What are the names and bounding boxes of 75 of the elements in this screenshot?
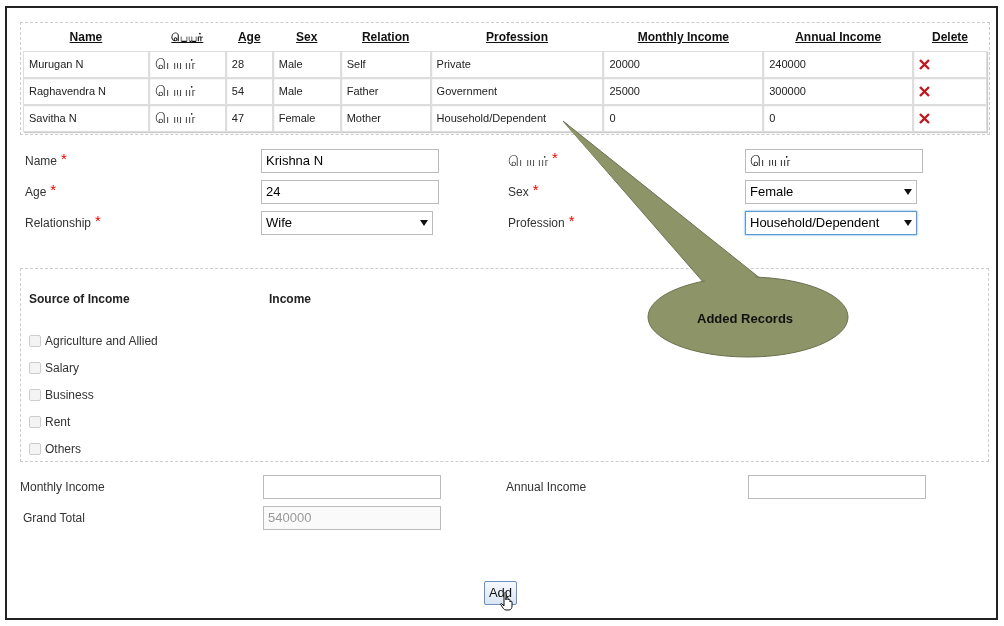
input-field[interactable]: Krishna N <box>261 149 439 173</box>
dropdown-arrow-icon <box>904 189 912 195</box>
column-header: Age <box>236 29 262 46</box>
table-cell: 0 <box>603 105 764 132</box>
table-cell: Male <box>272 78 341 105</box>
field-label: Sex <box>508 184 529 201</box>
required-asterisk: * <box>532 183 539 197</box>
required-asterisk: * <box>568 214 575 228</box>
checkbox[interactable] <box>29 416 41 428</box>
field-label: Annual Income <box>506 479 588 496</box>
required-asterisk: * <box>61 152 67 166</box>
section-header: Income <box>269 291 311 308</box>
table-cell: Murugan N <box>23 51 149 78</box>
column-header: பெயர் <box>170 29 205 45</box>
table-cell: 240000 <box>763 51 914 78</box>
select-field[interactable]: Female <box>745 180 917 204</box>
field-label: Name <box>25 153 57 170</box>
callout-text: Added Records <box>697 310 794 328</box>
field-label: Profession <box>508 215 565 232</box>
checkbox[interactable] <box>29 443 41 455</box>
input-field[interactable]: பெயர் <box>745 149 923 173</box>
table-cell: Mother <box>340 105 431 132</box>
input-field[interactable] <box>263 475 441 499</box>
select-field[interactable]: Wife <box>261 211 433 235</box>
table-cell: Savitha N <box>23 105 149 132</box>
table-cell: 47 <box>225 105 273 132</box>
checkbox-label: Others <box>45 441 81 458</box>
delete-icon[interactable] <box>919 86 931 97</box>
required-asterisk: * <box>552 150 558 165</box>
column-header: Monthly Income <box>636 29 730 46</box>
delete-icon[interactable] <box>919 113 931 124</box>
table-cell: 25000 <box>603 78 764 105</box>
field-label: Monthly Income <box>20 479 106 496</box>
column-header: Name <box>68 29 104 46</box>
table-cell: Female <box>272 105 341 132</box>
column-header: Relation <box>360 29 411 46</box>
table-cell: Self <box>340 51 431 78</box>
delete-icon[interactable] <box>919 59 931 70</box>
table-cell: 20000 <box>603 51 764 78</box>
table-cell: Raghavendra N <box>23 78 149 105</box>
field-label: Relationship <box>25 215 92 232</box>
field-label: பெயர் <box>508 151 548 171</box>
input-field[interactable]: 24 <box>261 180 439 204</box>
field-label: Age <box>25 184 47 201</box>
column-header: Delete <box>931 29 970 46</box>
table-cell: Government <box>430 78 604 105</box>
section-header: Source of Income <box>29 291 131 308</box>
table-cell: பெயர் <box>148 51 226 78</box>
checkbox-label: Agriculture and Allied <box>45 333 158 350</box>
table-cell: 0 <box>763 105 914 132</box>
column-header: Annual Income <box>794 29 883 46</box>
column-header: Sex <box>295 29 319 46</box>
table-cell: Private <box>430 51 604 78</box>
required-asterisk: * <box>50 183 57 197</box>
input-field[interactable] <box>748 475 926 499</box>
table-cell: பெயர் <box>148 105 226 132</box>
table-cell: Male <box>272 51 341 78</box>
checkbox-label: Rent <box>45 414 71 431</box>
table-cell: Father <box>340 78 431 105</box>
checkbox-label: Business <box>45 387 94 404</box>
table-cell: Household/Dependent <box>430 105 604 132</box>
checkbox[interactable] <box>29 335 41 347</box>
dropdown-arrow-icon <box>420 220 428 226</box>
field-label: Grand Total <box>22 510 86 527</box>
checkbox-label: Salary <box>45 360 79 377</box>
table-cell: பெயர் <box>148 78 226 105</box>
table-cell: 300000 <box>763 78 914 105</box>
checkbox[interactable] <box>29 389 41 401</box>
checkbox[interactable] <box>29 362 41 374</box>
table-cell: 54 <box>225 78 273 105</box>
required-asterisk: * <box>95 214 101 228</box>
dropdown-arrow-icon <box>904 220 912 226</box>
table-cell: 28 <box>225 51 273 78</box>
select-field[interactable]: Household/Dependent <box>745 211 917 235</box>
column-header: Profession <box>485 29 549 46</box>
